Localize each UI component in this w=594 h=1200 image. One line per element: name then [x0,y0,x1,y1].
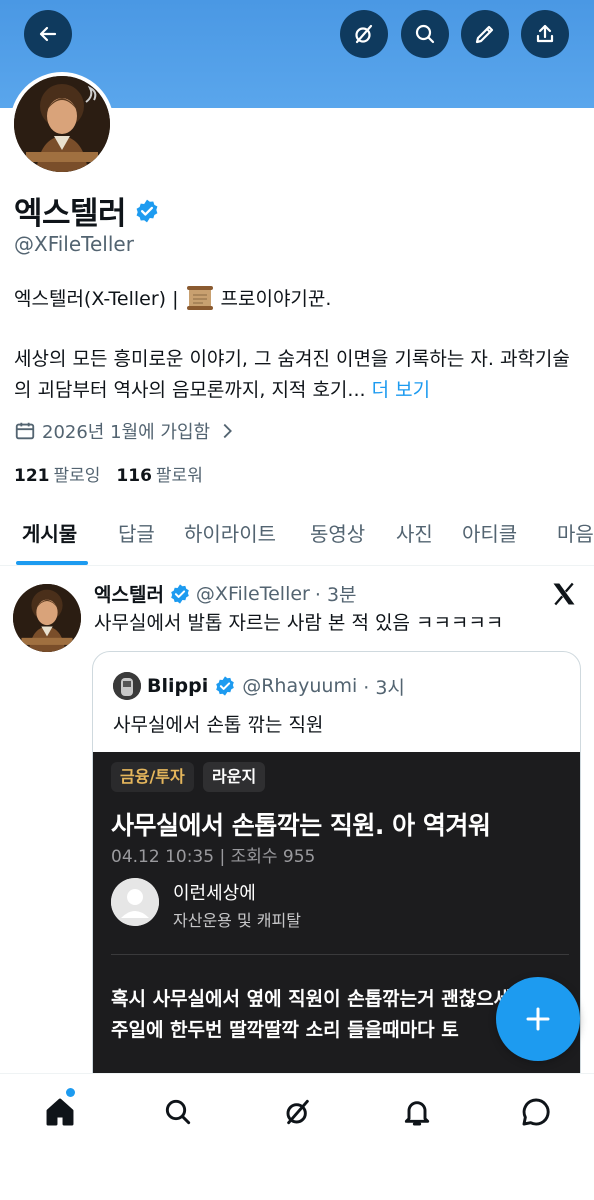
grok-icon [286,1099,309,1125]
profile-avatar[interactable] [10,72,114,176]
category-tag: 금융/투자 [111,762,194,792]
avatar-image [14,76,110,172]
quoted-author-name: Blippi [147,675,209,697]
quoted-author-handle: @Rhayuumi [242,675,358,697]
followers-count: 116 [116,466,152,486]
grok-button[interactable] [340,10,388,58]
joined-text: 2026년 1월에 가입함 [42,422,211,443]
post-header: 엑스텔러 @XFileTeller · 3분 [94,580,357,607]
verified-badge-icon [136,199,158,222]
embed-meta: 04.12 10:35 | 조회수 955 [111,847,316,867]
nav-grok[interactable] [278,1092,318,1132]
share-icon [536,24,554,43]
x-logo-icon [553,582,575,606]
messages-icon [522,1098,550,1126]
nav-notifications[interactable] [397,1092,437,1132]
search-icon [415,24,435,44]
post-time: · 3분 [314,584,357,606]
tab-posts[interactable]: 게시물 [22,518,77,547]
embed-title: 사무실에서 손톱깍는 직원. 아 역겨워 [111,811,491,840]
chevron-right-icon [223,423,233,439]
bio-text-pre: 엑스텔러(X-Teller) | [14,288,179,310]
bio-text-post: 프로이야기꾼. [220,288,332,310]
bio-line-1: 엑스텔러(X-Teller) | 프로이야기꾼. [14,284,331,311]
tab-replies[interactable]: 답글 [118,518,155,547]
embed-user-company: 자산운용 및 캐피탈 [173,911,301,930]
avatar-image [113,672,141,700]
post-author-handle: @XFileTeller [195,582,310,605]
arrow-left-icon [39,26,57,42]
edit-button[interactable] [461,10,509,58]
show-more-link[interactable]: 더 보기 [372,379,430,401]
nav-search[interactable] [158,1092,198,1132]
quoted-author-avatar [113,672,141,700]
back-button[interactable] [24,10,72,58]
following-link[interactable]: 121 팔로잉 [14,461,100,486]
verified-badge-icon [171,583,189,604]
post-text: 사무실에서 발톱 자르는 사람 본 적 있음 ㅋㅋㅋㅋㅋ [94,612,504,634]
avatar-image [13,584,81,652]
home-notification-dot [66,1088,75,1097]
plus-icon [526,1007,550,1031]
nav-messages[interactable] [516,1092,556,1132]
calendar-icon [15,422,35,440]
tab-articles[interactable]: 아티클 [462,518,517,547]
profile-handle: @XFileTeller [14,232,134,256]
scroll-icon [186,285,213,310]
followers-link[interactable]: 116 팔로워 [116,461,202,486]
profile-tabs: 게시물 답글 하이라이트 동영상 사진 아티클 마음 [0,500,594,566]
verified-badge-icon [216,676,235,696]
post-author-avatar[interactable] [13,584,81,652]
home-icon [46,1098,74,1126]
notifications-icon [404,1101,430,1126]
quoted-post-time: · 3시 [363,676,405,699]
tab-videos[interactable]: 동영상 [310,518,365,547]
embed-divider [111,954,569,955]
post-author-name[interactable]: 엑스텔러 [94,580,164,607]
search-button[interactable] [401,10,449,58]
active-tab-indicator [16,561,88,565]
embed-user-avatar [111,878,159,926]
grok-icon [355,24,373,44]
profile-display-name: 엑스텔러 [14,196,127,232]
bio-text: 세상의 모든 흥미로운 이야기, 그 숨겨진 이면을 기록하는 자. 과학기술의… [14,348,570,401]
board-tag: 라운지 [203,762,266,792]
search-icon [165,1099,191,1125]
compose-button[interactable] [496,977,580,1061]
nav-home[interactable] [40,1092,80,1132]
default-avatar-icon [111,878,159,926]
bottom-navigation [0,1073,594,1200]
embed-user-name: 이런세상에 [173,883,256,904]
edit-icon [475,25,494,44]
followers-label: 팔로워 [155,466,203,486]
following-count: 121 [14,466,50,486]
tab-photos[interactable]: 사진 [396,518,433,547]
tab-highlights[interactable]: 하이라이트 [184,518,276,547]
bio-line-2: 세상의 모든 흥미로운 이야기, 그 숨겨진 이면을 기록하는 자. 과학기술의… [14,344,584,406]
following-label: 팔로잉 [53,466,101,486]
quoted-post-text: 사무실에서 손톱 깎는 직원 [113,714,324,736]
share-button[interactable] [521,10,569,58]
tab-likes[interactable]: 마음 [557,518,594,547]
joined-date[interactable]: 2026년 1월에 가입함 [14,418,238,444]
quoted-post-header: Blippi @Rhayuumi · 3시 [113,672,405,700]
